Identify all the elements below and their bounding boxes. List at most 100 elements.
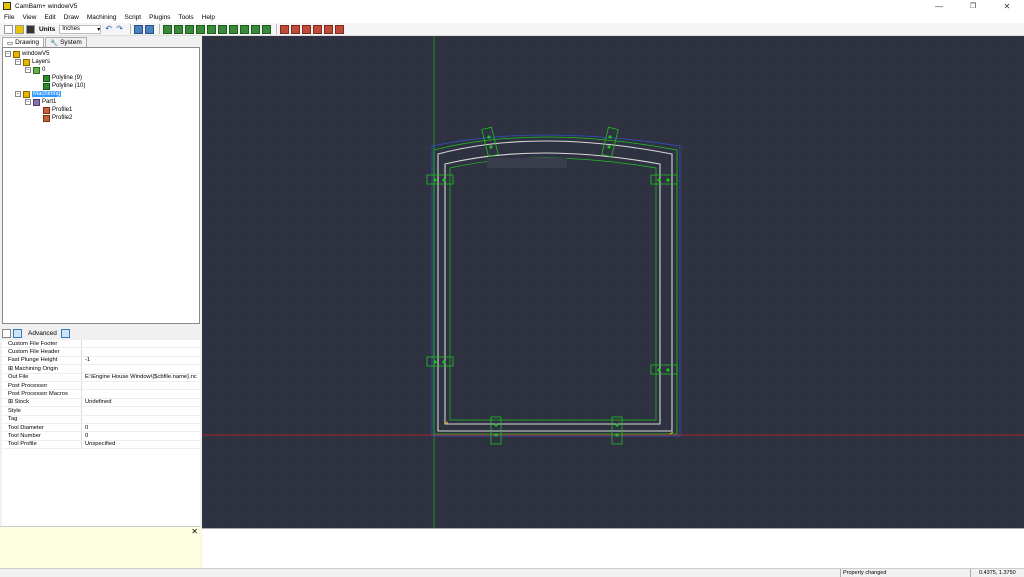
property-value[interactable]: Unspecified xyxy=(82,441,200,448)
tab-drawing-label: Drawing xyxy=(15,39,39,46)
property-row[interactable]: Tool Profile Unspecified xyxy=(2,440,200,450)
property-toolbar: Advanced xyxy=(2,327,200,339)
property-value[interactable] xyxy=(82,407,200,414)
drawing-canvas[interactable] xyxy=(202,36,1024,528)
property-row[interactable]: ⊞ Stock Undefined xyxy=(2,398,200,408)
units-select[interactable]: Inches ▾ xyxy=(59,24,102,34)
units-label: Units xyxy=(39,25,56,33)
property-row[interactable]: Post Processor xyxy=(2,382,200,391)
view-zoom-icon[interactable] xyxy=(145,24,155,34)
panel-tabs: ▭ Drawing 🔧 System xyxy=(0,36,201,47)
tree-node-profile2[interactable]: Profile2 xyxy=(43,114,72,122)
property-row[interactable]: ⊞ Machining Origin xyxy=(2,365,200,374)
tree-node-polyline-10[interactable]: Polyline (10) xyxy=(43,82,85,90)
tree-node-part1[interactable]: − Part1 xyxy=(25,98,56,106)
menu-bar: File View Edit Draw Machining Script Plu… xyxy=(0,12,1024,23)
collapse-icon[interactable]: − xyxy=(15,59,21,65)
property-value[interactable] xyxy=(82,390,200,397)
mop-3d-icon[interactable] xyxy=(324,24,334,34)
property-key: Tool Profile xyxy=(2,440,82,449)
menu-edit[interactable]: Edit xyxy=(44,14,55,21)
cambam-app-icon xyxy=(3,2,11,10)
redo-icon[interactable]: ↷ xyxy=(116,24,125,34)
mop-drill-icon[interactable] xyxy=(302,24,312,34)
property-row[interactable]: Tool Number 0 xyxy=(2,432,200,441)
property-row[interactable]: Style xyxy=(2,407,200,416)
minimize-button[interactable]: — xyxy=(922,0,956,12)
drawing-tree: − windowV5 − Layers −0 Polyline (9) Polyli… xyxy=(2,47,200,324)
property-value[interactable]: E:\Engine House Window\{$cbfile.name}.nc xyxy=(82,374,200,381)
tree-label: Part1 xyxy=(42,99,57,105)
categorized-icon[interactable] xyxy=(2,328,11,338)
property-row[interactable]: Out File E:\Engine House Window\{$cbfile.… xyxy=(2,373,200,382)
tree-node-polyline-9[interactable]: Polyline (9) xyxy=(43,74,82,82)
draw-line-icon[interactable] xyxy=(163,24,173,34)
property-value[interactable] xyxy=(82,416,200,423)
undo-icon[interactable]: ↶ xyxy=(105,24,114,34)
tab-system[interactable]: 🔧 System xyxy=(45,37,87,47)
menu-script[interactable]: Script xyxy=(124,14,141,21)
property-row[interactable]: Tag xyxy=(2,415,200,424)
tree-label: 0 xyxy=(42,67,46,73)
property-value[interactable]: -1 xyxy=(82,357,200,364)
property-value[interactable]: 0 xyxy=(82,432,200,439)
tree-node-root[interactable]: − windowV5 xyxy=(5,50,49,58)
menu-machining[interactable]: Machining xyxy=(87,14,117,21)
draw-arc-icon[interactable] xyxy=(174,24,184,34)
mop-pocket-icon[interactable] xyxy=(291,24,301,34)
property-row[interactable]: Fast Plunge Height -1 xyxy=(2,356,200,366)
tree-node-layers[interactable]: − Layers xyxy=(15,58,50,66)
draw-spline-icon[interactable] xyxy=(240,24,250,34)
menu-file[interactable]: File xyxy=(4,14,14,21)
menu-tools[interactable]: Tools xyxy=(178,14,193,21)
menu-draw[interactable]: Draw xyxy=(64,14,79,21)
tree-label: Polyline (9) xyxy=(52,75,83,81)
menu-help[interactable]: Help xyxy=(202,14,215,21)
collapse-icon[interactable]: − xyxy=(25,99,31,105)
close-icon[interactable]: ✕ xyxy=(191,527,198,536)
grid xyxy=(202,36,1024,528)
mop-lathe-icon[interactable] xyxy=(335,24,345,34)
mop-engrave-icon[interactable] xyxy=(313,24,323,34)
property-row[interactable]: Post Processor Macros xyxy=(2,390,200,399)
tree-node-profile1[interactable]: Profile1 xyxy=(43,106,72,114)
message-panel xyxy=(202,528,1024,568)
menu-plugins[interactable]: Plugins xyxy=(149,14,170,21)
alphabetical-icon[interactable] xyxy=(13,328,22,338)
open-file-icon[interactable] xyxy=(15,24,24,34)
property-key: Post Processor xyxy=(2,382,82,390)
advanced-button[interactable]: Advanced xyxy=(28,330,57,337)
draw-region-icon[interactable] xyxy=(262,24,272,34)
tree-node-machining[interactable]: − Machining xyxy=(15,90,62,98)
restore-button[interactable]: ❐ xyxy=(956,0,990,12)
draw-rect-icon[interactable] xyxy=(196,24,206,34)
draw-points-icon[interactable] xyxy=(229,24,239,34)
draw-text-icon[interactable] xyxy=(207,24,217,34)
close-button[interactable]: ✕ xyxy=(990,0,1024,12)
property-row[interactable]: Custom File Header xyxy=(2,348,200,357)
draw-circle-icon[interactable] xyxy=(185,24,195,34)
menu-view[interactable]: View xyxy=(22,14,36,21)
property-pages-icon[interactable] xyxy=(60,328,70,338)
tree-node-layer-0[interactable]: −0 xyxy=(25,66,45,74)
property-value[interactable] xyxy=(82,365,200,372)
tree-label: windowV5 xyxy=(22,51,50,57)
draw-surface-icon[interactable] xyxy=(251,24,261,34)
collapse-icon[interactable]: − xyxy=(15,91,21,97)
draw-polyline-icon[interactable] xyxy=(218,24,228,34)
view-grid-icon[interactable] xyxy=(134,24,144,34)
property-value[interactable] xyxy=(82,340,200,347)
property-key: ⊞ Stock xyxy=(2,398,82,407)
property-value[interactable]: 0 xyxy=(82,424,200,431)
new-file-icon[interactable] xyxy=(4,24,13,34)
collapse-icon[interactable]: − xyxy=(5,51,11,57)
property-value[interactable] xyxy=(82,348,200,355)
mop-profile-icon[interactable] xyxy=(280,24,290,34)
property-value[interactable] xyxy=(82,382,200,389)
collapse-icon[interactable]: − xyxy=(25,67,31,73)
tab-drawing[interactable]: ▭ Drawing xyxy=(2,37,44,47)
property-row[interactable]: Custom File Footer xyxy=(2,340,200,349)
save-icon[interactable] xyxy=(26,24,35,34)
property-value[interactable]: Undefined xyxy=(82,399,200,406)
property-row[interactable]: Tool Diameter 0 xyxy=(2,424,200,433)
